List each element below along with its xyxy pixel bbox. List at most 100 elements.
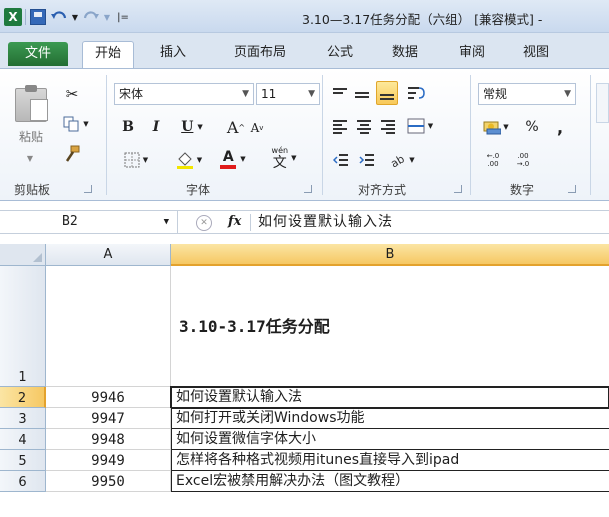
- cell-a2[interactable]: 9946: [46, 387, 171, 408]
- wrap-text-button[interactable]: [404, 83, 428, 103]
- number-dialog-launcher[interactable]: [568, 185, 576, 193]
- phonetic-button[interactable]: wén 文 ▼: [262, 145, 306, 171]
- font-size-combo[interactable]: 11 ▼: [256, 83, 320, 105]
- align-middle-button[interactable]: [352, 83, 372, 103]
- cell-b5[interactable]: 怎样将各种格式视频用itunes直接导入到ipad: [171, 450, 609, 471]
- font-name-combo[interactable]: 宋体 ▼: [114, 83, 254, 105]
- save-icon[interactable]: [29, 8, 47, 26]
- format-painter-icon[interactable]: [60, 143, 84, 165]
- tab-file[interactable]: 文件: [8, 42, 68, 66]
- percent-style-button[interactable]: %: [522, 117, 542, 137]
- insert-function-icon[interactable]: fx: [228, 211, 241, 234]
- column-header-b[interactable]: B: [171, 244, 609, 266]
- decrease-decimal-button[interactable]: .00 →.0: [510, 149, 536, 171]
- cell-b1[interactable]: 3.10-3.17任务分配: [171, 266, 609, 387]
- font-group-label: 字体: [186, 183, 211, 197]
- shrink-font-button[interactable]: Av: [248, 119, 266, 137]
- tab-data[interactable]: 数据: [380, 41, 430, 65]
- clipboard-dialog-launcher[interactable]: [84, 185, 92, 193]
- group-separator: [590, 75, 591, 195]
- bold-button[interactable]: B: [118, 117, 138, 137]
- ribbon-home: 粘贴 ▼ ✂ ▼ 剪贴板 宋体 ▼ 11 ▼ B I U ▼ A ^ Av ▼ ▼ …: [0, 68, 609, 201]
- paste-label: 粘贴: [18, 129, 43, 144]
- tab-review[interactable]: 审阅: [450, 41, 494, 65]
- tab-formulas[interactable]: 公式: [318, 41, 362, 65]
- redo-icon[interactable]: [82, 8, 100, 26]
- alignment-group-label: 对齐方式: [358, 183, 407, 197]
- chevron-down-icon[interactable]: ▼: [103, 8, 111, 26]
- chevron-down-icon: ▼: [308, 89, 315, 99]
- chevron-down-icon: ▼: [163, 217, 169, 227]
- worksheet-grid[interactable]: A B 1 3.10-3.17任务分配 2 9946 如何设置默认输入法 3 9…: [0, 244, 609, 517]
- row-header-5[interactable]: 5: [0, 450, 46, 471]
- cell-a5[interactable]: 9949: [46, 450, 171, 471]
- cell-b6[interactable]: Excel宏被禁用解决办法（图文教程）: [171, 471, 609, 492]
- increase-decimal-button[interactable]: ←.0 .00: [480, 149, 506, 171]
- undo-icon[interactable]: [50, 8, 68, 26]
- group-separator: [470, 75, 471, 195]
- customize-qat-icon[interactable]: |=: [114, 8, 132, 26]
- increase-indent-button[interactable]: [356, 149, 378, 171]
- cancel-icon[interactable]: ✕: [196, 215, 212, 231]
- align-right-button[interactable]: [378, 117, 398, 137]
- row-header-6[interactable]: 6: [0, 471, 46, 492]
- cell-a3[interactable]: 9947: [46, 408, 171, 429]
- formula-input[interactable]: 如何设置默认输入法: [258, 211, 393, 234]
- clipboard-icon: [15, 84, 48, 122]
- copy-icon[interactable]: ▼: [60, 113, 92, 135]
- italic-button[interactable]: I: [146, 117, 166, 137]
- number-format-value: 常规: [483, 87, 508, 101]
- excel-logo-icon[interactable]: X: [4, 8, 22, 26]
- column-header-a[interactable]: A: [46, 244, 171, 266]
- grow-font-button[interactable]: A ^: [226, 117, 246, 137]
- row-header-1[interactable]: 1: [0, 266, 46, 387]
- tab-home[interactable]: 开始: [82, 41, 134, 70]
- name-box[interactable]: B2 ▼: [0, 211, 178, 234]
- align-left-button[interactable]: [330, 117, 350, 137]
- row-header-2[interactable]: 2: [0, 387, 46, 408]
- chevron-down-icon[interactable]: ▼: [71, 8, 79, 26]
- number-format-combo[interactable]: 常规 ▼: [478, 83, 576, 105]
- quick-access-toolbar: X ▼ ▼ |=: [4, 7, 132, 27]
- cell-b3[interactable]: 如何打开或关闭Windows功能: [171, 408, 609, 429]
- cell-b4[interactable]: 如何设置微信字体大小: [171, 429, 609, 450]
- font-color-button[interactable]: A ▼: [214, 147, 252, 171]
- merge-center-button[interactable]: ▼: [402, 115, 438, 137]
- align-bottom-button[interactable]: [376, 81, 398, 105]
- paste-dropdown[interactable]: ▼: [22, 151, 38, 165]
- font-name-value: 宋体: [119, 87, 144, 101]
- accounting-format-button[interactable]: ▼: [478, 117, 514, 137]
- tab-page-layout[interactable]: 页面布局: [220, 41, 300, 65]
- decrease-indent-button[interactable]: [330, 149, 352, 171]
- tab-view[interactable]: 视图: [512, 41, 560, 65]
- cut-icon[interactable]: ✂: [60, 83, 84, 105]
- font-dialog-launcher[interactable]: [304, 185, 312, 193]
- cell-a4[interactable]: 9948: [46, 429, 171, 450]
- row-header-4[interactable]: 4: [0, 429, 46, 450]
- alignment-dialog-launcher[interactable]: [454, 185, 462, 193]
- font-size-value: 11: [261, 87, 277, 101]
- formula-bar-separator: [250, 214, 251, 231]
- group-separator: [106, 75, 107, 195]
- align-center-button[interactable]: [354, 117, 374, 137]
- borders-button[interactable]: ▼: [118, 149, 154, 171]
- qat-separator: [25, 9, 26, 25]
- conditional-format-button[interactable]: [596, 83, 609, 123]
- row-header-3[interactable]: 3: [0, 408, 46, 429]
- align-top-button[interactable]: [330, 83, 350, 103]
- cell-a6[interactable]: 9950: [46, 471, 171, 492]
- window-title: 3.10—3.17任务分配（六组） [兼容模式] -: [302, 12, 543, 27]
- name-box-value: B2: [62, 214, 78, 229]
- underline-button[interactable]: U ▼: [174, 117, 210, 137]
- tab-insert[interactable]: 插入: [148, 41, 198, 65]
- comma-style-button[interactable]: ,: [552, 117, 568, 137]
- ribbon-tabs: 文件 开始 插入 页面布局 公式 数据 审阅 视图: [0, 33, 609, 70]
- orientation-button[interactable]: ab ▼: [384, 149, 420, 171]
- paste-button[interactable]: 粘贴: [8, 81, 54, 151]
- svg-text:ab: ab: [389, 152, 407, 168]
- number-group-label: 数字: [510, 183, 535, 197]
- cell-b2[interactable]: 如何设置默认输入法: [170, 386, 609, 409]
- select-all-corner[interactable]: [0, 244, 46, 266]
- cell-a1[interactable]: [46, 266, 171, 387]
- fill-color-button[interactable]: ▼: [170, 149, 208, 171]
